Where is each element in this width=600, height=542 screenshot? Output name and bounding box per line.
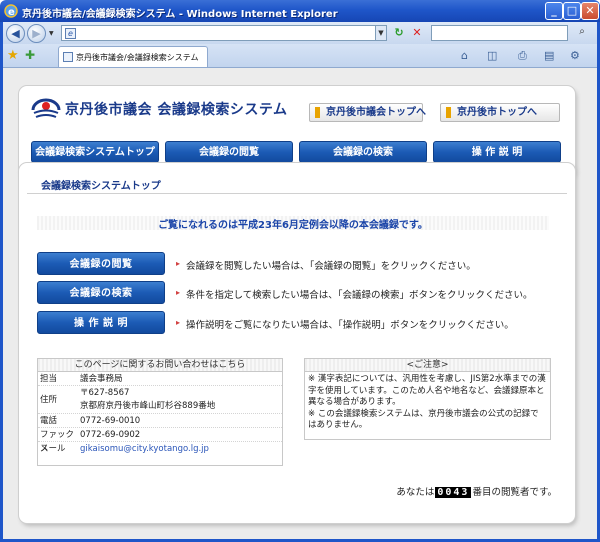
stop-icon[interactable]: ✕ xyxy=(409,25,425,41)
browse-records-button[interactable]: 会議録の閲覧 xyxy=(37,252,165,275)
add-favorites-icon[interactable]: ✚ xyxy=(25,48,35,62)
city-logo-icon xyxy=(31,98,61,118)
svg-text:e: e xyxy=(8,7,15,18)
back-icon[interactable]: ◀ xyxy=(6,24,25,43)
print-icon[interactable]: ⎙ xyxy=(518,49,527,63)
contact-info-box: このページに関するお問い合わせはこちら 担当 議会事務局 住所 〒627-856… xyxy=(37,358,283,466)
address-bar[interactable]: e xyxy=(61,25,386,41)
section-title: 会議録検索システムトップ xyxy=(41,181,161,192)
address-toolbar: ◀ ▶ ▼ e ▼ ↻ ✕ ⌕ xyxy=(3,22,597,44)
email-label: メール xyxy=(40,444,66,454)
tab-toolbar: ★ ✚ 京丹後市議会/会議録検索システム ⌂ ◫ ⎙ ▤ ⚙ xyxy=(3,44,597,68)
page-icon: e xyxy=(65,28,76,39)
council-top-link[interactable]: 京丹後市議会トップへ xyxy=(309,103,426,122)
address-label: 住所 xyxy=(40,395,58,405)
page-viewport: 京丹後市議会 会議録検索システム 京丹後市議会トップへ 京丹後市トップへ 会議録… xyxy=(3,68,597,539)
counter-digits: 0043 xyxy=(435,487,472,498)
forward-icon[interactable]: ▶ xyxy=(27,24,46,43)
counter-suffix: 番目の閲覧者です。 xyxy=(472,487,557,498)
feeds-icon[interactable]: ◫ xyxy=(487,49,497,62)
window-titlebar: e 京丹後市議会/会議録検索システム - Windows Internet Ex… xyxy=(0,0,600,22)
internet-explorer-icon: e xyxy=(4,4,18,18)
tools-icon[interactable]: ⚙ xyxy=(570,49,580,62)
contact-row-phone: 電話 0772-69-0010 xyxy=(38,414,282,428)
arrow-icon: ▸ xyxy=(176,288,181,297)
caution-box: <ご注意> ※ 漢字表記については、汎用性を考慮し、JIS第2水準までの漢字を使… xyxy=(304,358,551,440)
council-top-link-label: 京丹後市議会トップへ xyxy=(326,107,426,118)
email-link[interactable]: gikaisomu@city.kyotango.lg.jp xyxy=(80,442,282,457)
nav-system-top[interactable]: 会議録検索システムトップ xyxy=(31,141,159,163)
city-top-link[interactable]: 京丹後市トップへ xyxy=(440,103,560,122)
contact-row-email: メール gikaisomu@city.kyotango.lg.jp xyxy=(38,442,282,457)
dept-value: 議会事務局 xyxy=(80,374,123,384)
search-description: 条件を指定して検索したい場合は、「会議録の検索」ボタンをクリックください。 xyxy=(186,290,533,301)
address-dropdown-icon[interactable]: ▼ xyxy=(375,25,387,41)
refresh-icon[interactable]: ↻ xyxy=(391,25,407,41)
page-menu-icon[interactable]: ▤ xyxy=(544,49,554,62)
notice-banner: ご覧になれるのは平成23年6月定例会以降の本会議録です。 xyxy=(37,216,549,231)
phone-value: 0772-69-0010 xyxy=(80,416,141,426)
minimize-button[interactable]: _ xyxy=(545,2,563,20)
arrow-icon: ▸ xyxy=(176,318,181,327)
contact-row-dept: 担当 議会事務局 xyxy=(38,372,282,386)
postal-code: 〒627-8567 xyxy=(80,388,130,398)
counter-prefix: あなたは xyxy=(396,487,435,498)
link-marker-icon xyxy=(446,107,451,118)
nav-search-records[interactable]: 会議録の検索 xyxy=(299,141,427,163)
home-icon[interactable]: ⌂ xyxy=(461,49,468,62)
phone-label: 電話 xyxy=(40,416,58,426)
fax-value: 0772-69-0902 xyxy=(80,430,141,440)
dept-label: 担当 xyxy=(40,374,58,384)
street-address: 京都府京丹後市峰山町杉谷889番地 xyxy=(80,401,216,411)
instructions-description: 操作説明をご覧になりたい場合は、「操作説明」ボタンをクリックください。 xyxy=(186,320,514,331)
divider xyxy=(27,193,567,194)
contact-heading: このページに関するお問い合わせはこちら xyxy=(38,359,282,372)
browse-description: 会議録を閲覧したい場合は、「会議録の閲覧」をクリックください。 xyxy=(186,261,476,272)
nav-instructions[interactable]: 操 作 説 明 xyxy=(433,141,561,163)
tab-label: 京丹後市議会/会議録検索システム xyxy=(76,53,199,62)
tab-page-icon xyxy=(63,52,73,62)
fax-label: ファックス xyxy=(40,430,75,454)
search-icon[interactable]: ⌕ xyxy=(571,25,593,41)
caution-note-kanji: ※ 漢字表記については、汎用性を考慮し、JIS第2水準までの漢字を使用しています… xyxy=(308,374,546,407)
browser-tab[interactable]: 京丹後市議会/会議録検索システム xyxy=(58,46,208,67)
arrow-icon: ▸ xyxy=(176,259,181,268)
contact-row-fax: ファックス 0772-69-0902 xyxy=(38,428,282,454)
link-marker-icon xyxy=(315,107,320,118)
caution-heading: <ご注意> xyxy=(305,359,550,372)
visitor-counter: あなたは 0043 番目の閲覧者です。 xyxy=(396,484,557,498)
search-records-button[interactable]: 会議録の検索 xyxy=(37,281,165,304)
history-dropdown-icon[interactable]: ▼ xyxy=(49,30,55,37)
close-button[interactable]: ✕ xyxy=(581,2,599,20)
contact-row-address: 住所 〒627-8567 京都府京丹後市峰山町杉谷889番地 xyxy=(38,386,282,414)
city-top-link-label: 京丹後市トップへ xyxy=(457,107,537,118)
nav-browse-records[interactable]: 会議録の閲覧 xyxy=(165,141,293,163)
instructions-button[interactable]: 操 作 説 明 xyxy=(37,311,165,334)
maximize-button[interactable]: □ xyxy=(563,2,581,20)
favorites-star-icon[interactable]: ★ xyxy=(7,48,19,63)
window-title: 京丹後市議会/会議録検索システム - Windows Internet Expl… xyxy=(22,9,338,20)
search-input[interactable] xyxy=(431,25,568,41)
site-title: 京丹後市議会 会議録検索システム xyxy=(65,102,288,118)
caution-note-official: ※ この会議録検索システムは、京丹後市議会の公式の記録ではありません。 xyxy=(308,408,539,431)
main-content: 会議録検索システムトップ ご覧になれるのは平成23年6月定例会以降の本会議録です… xyxy=(19,163,575,523)
